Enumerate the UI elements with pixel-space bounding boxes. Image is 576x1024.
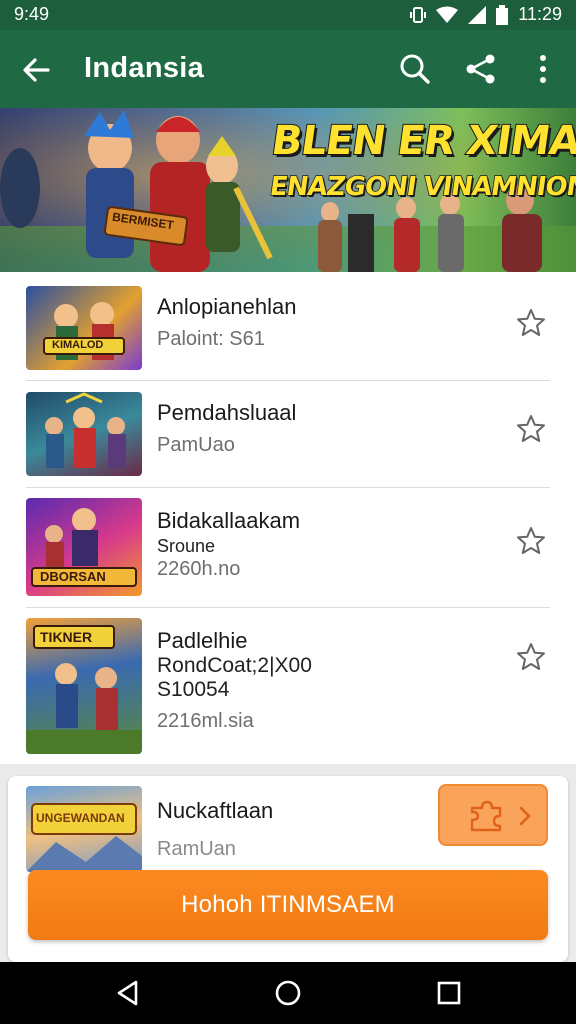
primary-action-button[interactable]: Hohoh ITINMSAEM [28,870,548,940]
list-item[interactable]: Pemdahsluaal PamUao [26,392,550,476]
back-arrow-icon[interactable] [18,52,54,88]
battery-icon [496,4,509,25]
thumbnail-art [43,302,125,360]
star-outline-icon[interactable] [516,308,546,338]
status-bar: 9:49 11:29 [0,0,576,30]
divider [26,487,550,488]
list-item-title: Bidakallaakam [157,508,301,533]
nav-recents-icon[interactable] [435,979,463,1007]
list-item-line: S10054 [157,678,230,701]
list-item[interactable]: KIMALOD Anlopianehlan Paloint: S61 [26,286,550,370]
list-item-thumbnail: DBORSAN [26,498,142,596]
list-item-line: RondCoat;2|X00 [157,654,312,677]
star-outline-icon[interactable] [516,526,546,556]
card-title: Nuckaftlaan [157,798,274,823]
card-action-button[interactable] [438,784,548,846]
list-item-thumbnail: KIMALOD [26,286,142,370]
page-title: Indansia [84,52,205,84]
card-subtitle: RamUan [157,838,236,860]
list-item-title: Padlelhie [157,628,248,653]
list-item-thumbnail [26,392,142,476]
list-item[interactable]: DBORSAN Bidakallaakam Sroune 2260h.no [26,498,550,598]
share-icon[interactable] [462,50,500,88]
vibrate-icon [410,6,427,23]
list-item-title: Pemdahsluaal [157,400,297,425]
card-thumbnail: UNGEWANDAN [26,786,142,872]
list-item-line: 2216ml.sia [157,710,254,732]
app-list: KIMALOD Anlopianehlan Paloint: S61 Pemda… [0,272,576,764]
divider [26,380,550,381]
more-vert-icon[interactable] [524,50,562,88]
banner-headline: BLEN ER XIMA [268,117,576,165]
search-icon[interactable] [396,50,434,88]
hero-banner[interactable]: BLEN ER XIMA ENAZGONI VINAMNION BERMISET [0,108,576,272]
nav-home-icon[interactable] [274,979,302,1007]
puzzle-icon [470,800,502,832]
thumbnail-art [26,803,142,872]
status-icons: 11:29 [410,4,562,25]
nav-back-icon[interactable] [114,979,142,1007]
thumbnail-label: TIKNER [40,629,93,645]
list-item-title: Anlopianehlan [157,294,297,319]
thumbnail-art [45,392,126,468]
list-item-thumbnail: TIKNER [26,618,142,754]
system-nav-bar [0,962,576,1024]
banner-subheadline: ENAZGONI VINAMNION [267,171,576,203]
list-item-line: 2260h.no [157,558,241,580]
thumbnail-label: KIMALOD [52,339,104,351]
list-item-line: Sroune [157,536,216,556]
thumbnail-label: UNGEWANDAN [36,811,125,825]
status-time-left: 9:49 [14,4,50,24]
app-bar: Indansia [0,30,576,108]
list-item-subtitle: PamUao [157,434,235,456]
featured-card[interactable]: UNGEWANDAN Nuckaftlaan RamUan Hohoh ITIN… [8,776,568,962]
star-outline-icon[interactable] [516,642,546,672]
wifi-icon [436,6,459,23]
thumbnail-label: DBORSAN [40,569,106,584]
divider [26,607,550,608]
list-item[interactable]: TIKNER Padlelhie RondCoat;2|X00 S10054 2… [26,618,550,754]
status-time-right: 11:29 [518,4,562,24]
star-outline-icon[interactable] [516,414,546,444]
list-item-subtitle: Paloint: S61 [157,328,265,350]
chevron-right-icon [519,806,531,826]
signal-icon [468,5,487,24]
